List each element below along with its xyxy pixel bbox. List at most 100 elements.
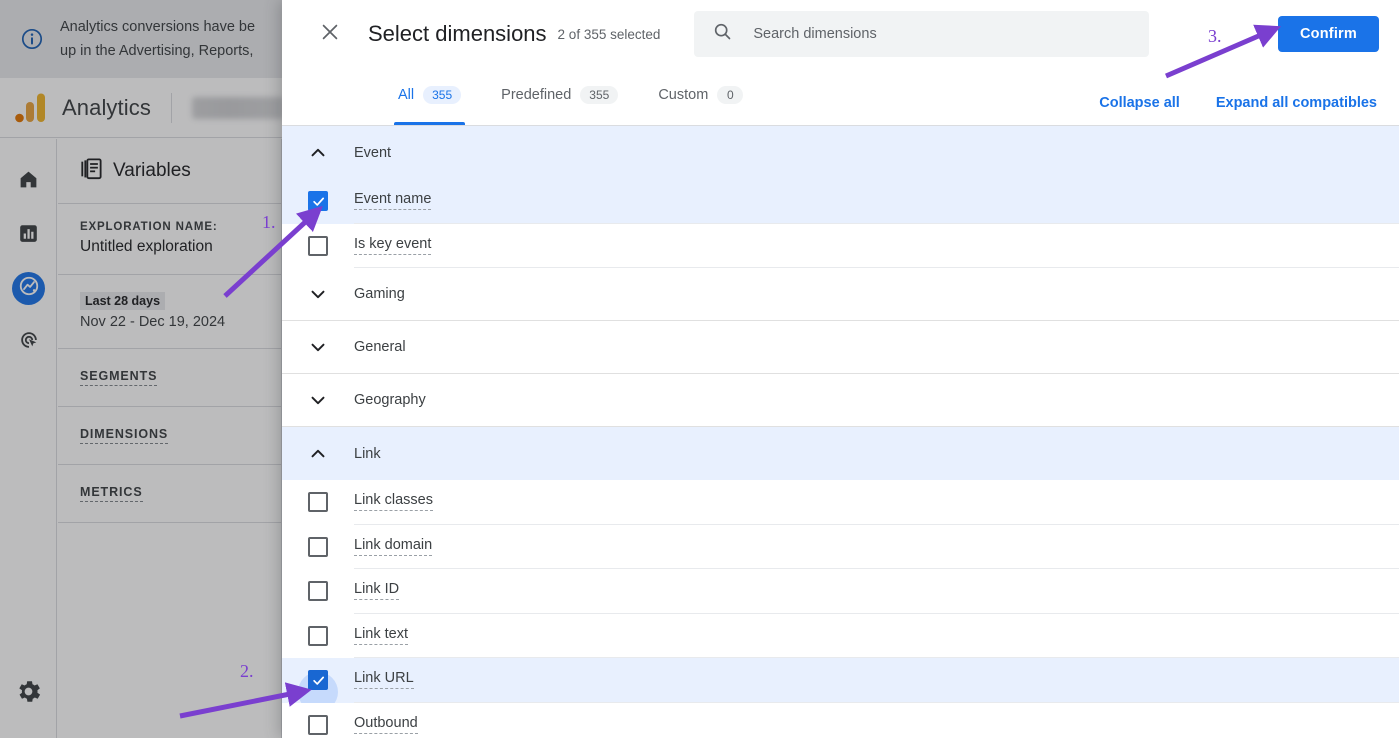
- selected-count: 2 of 355 selected: [557, 26, 661, 42]
- gear-icon: [14, 681, 43, 710]
- exploration-name-block[interactable]: EXPLORATION NAME: Untitled exploration: [58, 204, 281, 275]
- group-label: Event: [354, 144, 392, 161]
- variables-panel-icon: [80, 157, 102, 185]
- expand-all-compatibles-link[interactable]: Expand all compatibles: [1216, 95, 1377, 111]
- search-icon: [712, 21, 733, 47]
- group-header-general[interactable]: General: [282, 321, 1399, 374]
- checkbox-cell[interactable]: [282, 235, 354, 256]
- dimension-label: Link ID: [354, 581, 400, 601]
- dimension-label: Link classes: [354, 492, 433, 512]
- rail-item-advertising[interactable]: [12, 326, 45, 359]
- close-dialog-button[interactable]: [310, 14, 350, 54]
- checkbox-cell[interactable]: [282, 536, 354, 557]
- date-range-value: Nov 22 - Dec 19, 2024: [80, 314, 226, 330]
- checkbox-link-classes[interactable]: [308, 492, 328, 513]
- dimension-label: Is key event: [354, 236, 432, 255]
- tab-custom[interactable]: Custom 0: [638, 68, 763, 125]
- dimensions-list[interactable]: Event Event name Is key event Gaming Gen…: [282, 126, 1399, 738]
- dimension-label-cell: Link ID: [354, 569, 1399, 614]
- group-header-geography[interactable]: Geography: [282, 374, 1399, 427]
- dialog-tab-actions: Collapse all Expand all compatibles: [1099, 95, 1377, 125]
- dimension-label-cell: Outbound: [354, 703, 1399, 738]
- table-row[interactable]: Event name: [282, 179, 1399, 224]
- dialog-topbar: Select dimensions 2 of 355 selected Sear…: [282, 0, 1399, 68]
- tab-predefined-label: Predefined: [501, 86, 572, 103]
- search-dimensions-field[interactable]: Search dimensions: [694, 11, 1150, 57]
- tab-predefined[interactable]: Predefined 355: [481, 68, 638, 125]
- checkbox-cell[interactable]: [282, 581, 354, 602]
- dialog-tabs-bar: All 355 Predefined 355 Custom 0 Collapse…: [282, 68, 1399, 126]
- chevron-down-icon[interactable]: [282, 283, 354, 305]
- product-name: Analytics: [62, 94, 151, 120]
- tab-predefined-badge: 355: [580, 85, 619, 104]
- chevron-up-icon[interactable]: [282, 443, 354, 465]
- dimension-label: Link domain: [354, 537, 433, 556]
- dialog-tabs: All 355 Predefined 355 Custom 0: [378, 68, 763, 125]
- group-label: Geography: [354, 392, 426, 408]
- checkbox-link-text[interactable]: [308, 625, 328, 646]
- dimension-label-cell: Event name: [354, 179, 1399, 224]
- checkbox-link-id[interactable]: [308, 581, 328, 602]
- group-header-event[interactable]: Event: [282, 126, 1399, 183]
- dimensions-label: DIMENSIONS: [80, 427, 169, 444]
- checkbox-link-url[interactable]: [308, 670, 328, 691]
- exploration-name-caption: EXPLORATION NAME:: [80, 221, 218, 233]
- checkbox-cell[interactable]: [282, 492, 354, 513]
- select-dimensions-dialog: Select dimensions 2 of 355 selected Sear…: [282, 0, 1399, 738]
- rail-item-reports[interactable]: [12, 219, 45, 252]
- variables-section-segments[interactable]: SEGMENTS: [58, 349, 281, 407]
- checkbox-cell[interactable]: [282, 670, 354, 713]
- table-row[interactable]: Is key event: [282, 223, 1399, 268]
- table-row[interactable]: Link classes: [282, 480, 1399, 525]
- property-selector-blurred[interactable]: [191, 96, 284, 119]
- tab-all[interactable]: All 355: [378, 68, 481, 125]
- confirm-button[interactable]: Confirm: [1278, 16, 1379, 52]
- segments-label: SEGMENTS: [80, 369, 158, 386]
- group-label: Gaming: [354, 286, 405, 302]
- header-divider: [170, 92, 172, 123]
- variables-section-dimensions[interactable]: DIMENSIONS: [58, 407, 281, 465]
- checkbox-is-key-event[interactable]: [308, 235, 328, 256]
- home-icon: [18, 169, 39, 195]
- tab-all-label: All: [398, 86, 415, 103]
- table-row[interactable]: Link text: [282, 613, 1399, 658]
- table-row[interactable]: Link ID: [282, 569, 1399, 614]
- variables-panel-header: Variables: [58, 139, 281, 204]
- checkbox-event-name[interactable]: [308, 191, 328, 212]
- rail-item-explore[interactable]: [12, 272, 45, 305]
- dimension-label: Link URL: [354, 670, 414, 690]
- checkbox-outbound[interactable]: [308, 714, 328, 735]
- variables-section-metrics[interactable]: METRICS: [58, 465, 281, 523]
- date-range-block[interactable]: Last 28 days Nov 22 - Dec 19, 2024: [58, 275, 281, 349]
- group-label: General: [354, 339, 406, 355]
- dimension-label-cell: Link URL: [354, 658, 1399, 703]
- table-row[interactable]: Link domain: [282, 524, 1399, 569]
- table-row[interactable]: Link URL: [282, 658, 1399, 713]
- checkbox-link-domain[interactable]: [308, 536, 328, 557]
- collapse-all-link[interactable]: Collapse all: [1099, 95, 1180, 111]
- checkbox-cell[interactable]: [282, 191, 354, 212]
- screen-root: Analytics conversions have be up in the …: [0, 0, 1399, 738]
- bar-chart-icon: [18, 223, 39, 249]
- advertising-cursor-icon: [18, 329, 40, 356]
- group-header-gaming[interactable]: Gaming: [282, 268, 1399, 321]
- checkbox-cell[interactable]: [282, 714, 354, 735]
- dimension-label: Link text: [354, 626, 408, 645]
- chevron-down-icon[interactable]: [282, 389, 354, 411]
- rail-item-home[interactable]: [12, 165, 45, 198]
- chevron-up-icon[interactable]: [282, 142, 354, 164]
- explore-compass-icon: [18, 275, 40, 302]
- table-row[interactable]: Outbound: [282, 702, 1399, 738]
- settings-gear-button[interactable]: [14, 677, 43, 706]
- group-header-link[interactable]: Link: [282, 427, 1399, 484]
- chevron-down-icon[interactable]: [282, 336, 354, 358]
- variables-panel: Variables EXPLORATION NAME: Untitled exp…: [58, 139, 282, 738]
- tab-custom-label: Custom: [658, 86, 709, 103]
- info-circle-icon: [20, 27, 44, 51]
- checkbox-cell[interactable]: [282, 625, 354, 646]
- dimension-label-cell: Link text: [354, 614, 1399, 658]
- search-input[interactable]: Search dimensions: [753, 26, 876, 42]
- date-chip: Last 28 days: [80, 292, 166, 310]
- dimension-label: Event name: [354, 191, 432, 211]
- close-x-icon: [319, 21, 341, 48]
